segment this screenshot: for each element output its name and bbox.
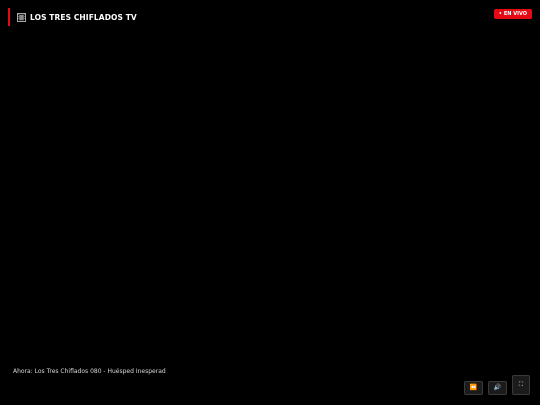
rewind-icon: ⏪	[469, 384, 478, 391]
fullscreen-button[interactable]: ⛶	[512, 375, 530, 395]
live-badge-label: EN VIVO	[503, 11, 527, 17]
channel-title-bar: LOS TRES CHIFLADOS TV	[8, 8, 137, 26]
fullscreen-icon: ⛶	[518, 381, 524, 388]
live-dot-icon: •	[498, 11, 502, 17]
rewind-button[interactable]: ⏪	[464, 381, 483, 395]
live-badge: • EN VIVO	[493, 9, 532, 19]
volume-button[interactable]: 🔊	[488, 381, 507, 395]
speaker-icon: 🔊	[493, 384, 502, 391]
channel-title: LOS TRES CHIFLADOS TV	[30, 12, 137, 22]
film-frames-icon	[17, 12, 26, 22]
now-playing-text: Ahora: Los Tres Chiflados 080 - Huésped …	[13, 368, 166, 375]
player-controls: ⏪ 🔊 ⛶	[459, 375, 530, 395]
video-player[interactable]: LOS TRES CHIFLADOS TV • EN VIVO Ahora: L…	[0, 0, 540, 405]
